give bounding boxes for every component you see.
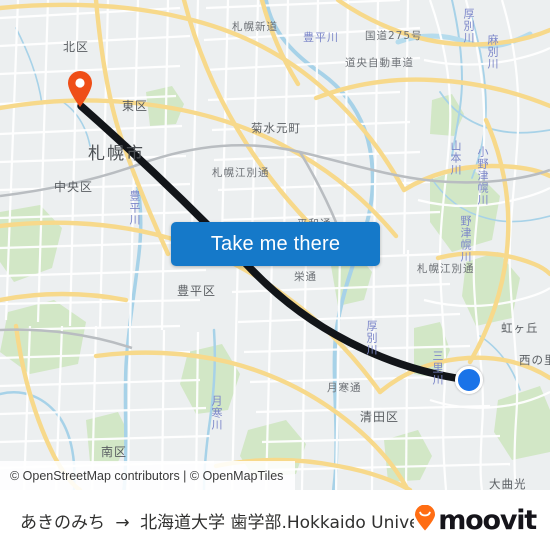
moovit-logo[interactable]: moovit: [414, 504, 537, 536]
map-canvas[interactable]: 北区 東区 札幌市 中央区 豊平区 南区 清田区 札幌新道 国道275号 道央自動車道 菊水元町 札幌…: [0, 0, 550, 490]
moovit-wordmark: moovit: [438, 504, 537, 536]
destination-name: 北海道大学 歯学部.Hokkaido University: [140, 512, 414, 533]
map-screenshot: 北区 東区 札幌市 中央区 豊平区 南区 清田区 札幌新道 国道275号 道央自動車道 菊水元町 札幌…: [0, 0, 550, 550]
origin-marker-icon[interactable]: [67, 70, 93, 108]
route-summary: あきのみち → 北海道大学 歯学部.Hokkaido University: [20, 508, 414, 533]
attribution-text: © OpenStreetMap contributors | © OpenMap…: [10, 468, 284, 483]
map-attribution: © OpenStreetMap contributors | © OpenMap…: [0, 461, 296, 490]
take-me-there-button[interactable]: Take me there: [171, 222, 380, 266]
destination-marker-dot[interactable]: [455, 366, 483, 394]
arrow-icon: →: [115, 512, 130, 533]
moovit-pin-icon: [414, 504, 436, 536]
origin-name: あきのみち: [20, 512, 105, 533]
footer-bar: あきのみち → 北海道大学 歯学部.Hokkaido University mo…: [0, 490, 550, 550]
